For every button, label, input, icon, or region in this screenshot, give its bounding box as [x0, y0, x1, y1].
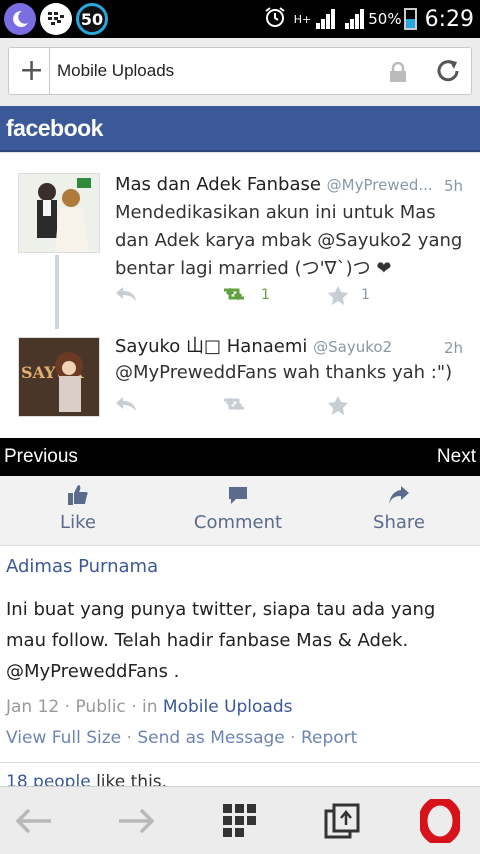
tweet-author-name: Sayuko 山□ Hanaemi — [115, 336, 308, 357]
address-field[interactable]: + Mobile Uploads — [8, 47, 472, 95]
link-separator: · — [126, 728, 138, 748]
alarm-icon — [264, 6, 286, 33]
avatar: SAYUK — [18, 337, 100, 417]
meta-separator: · — [131, 697, 142, 717]
new-tab-plus-icon[interactable]: + — [19, 54, 44, 88]
comment-label: Comment — [193, 512, 283, 533]
tweet-body-line: @MyPreweddFans wah thanks yah :") — [115, 362, 453, 383]
post-privacy: Public — [75, 697, 126, 717]
tweet-body-line: Mendedikasikan akun ini untuk Mas — [115, 202, 436, 223]
view-full-size-link[interactable]: View Full Size — [6, 728, 121, 748]
signal-strength-icon — [316, 9, 336, 29]
refresh-icon[interactable] — [433, 56, 463, 86]
tweet-header: Mas dan Adek Fanbase @MyPrewed... — [115, 171, 433, 199]
comment-button[interactable]: Comment — [178, 484, 298, 533]
battery-percent: 50% — [368, 10, 402, 28]
tweet-actions: 1 1 — [115, 285, 375, 309]
tweet-author-name: Mas dan Adek Fanbase — [115, 174, 321, 195]
next-link[interactable]: Next — [437, 446, 476, 468]
post-caption: Ini buat yang punya twitter, siapa tau a… — [6, 599, 436, 682]
browser-bottom-bar — [0, 786, 480, 854]
tabs-icon[interactable] — [320, 799, 364, 843]
photo-pager: Previous Next — [0, 438, 480, 476]
like-label: Like — [60, 512, 96, 533]
share-button[interactable]: Share — [339, 484, 459, 533]
moon-notification-icon — [4, 3, 36, 35]
send-as-message-link[interactable]: Send as Message — [137, 728, 284, 748]
lock-icon — [389, 61, 407, 82]
thread-connector — [55, 255, 59, 329]
tweet-body-line: bentar lagi married (つ'∇`)つ ❤ — [115, 258, 392, 279]
favorite-star-icon[interactable] — [327, 285, 349, 309]
like-button[interactable]: Like — [18, 484, 138, 533]
tweet-screenshot[interactable]: Mas dan Adek Fanbase @MyPrewed... 5h Men… — [0, 152, 480, 438]
address-divider — [49, 48, 50, 94]
post-author-link[interactable]: Adimas Purnama — [6, 556, 158, 577]
facebook-logo[interactable]: facebook — [6, 115, 103, 142]
clock: 6:29 — [424, 6, 474, 32]
tweet-time: 5h — [444, 177, 464, 195]
share-arrow-icon — [339, 484, 459, 508]
back-arrow-icon[interactable] — [12, 799, 56, 843]
tweet-body-line: dan Adek karya mbak @Sayuko2 yang — [115, 230, 463, 251]
status-bar: 50 H+ 50% 6:29 — [0, 0, 480, 38]
link-separator: · — [290, 728, 301, 748]
tweet-time: 2h — [444, 339, 464, 357]
share-label: Share — [373, 512, 425, 533]
previous-link[interactable]: Previous — [4, 446, 78, 468]
divider — [0, 762, 480, 763]
retweet-count: 1 — [261, 287, 270, 303]
retweet-icon[interactable] — [221, 395, 247, 417]
opera-menu-icon[interactable] — [418, 799, 462, 843]
post-in-label: in — [142, 697, 158, 717]
tweet-author-handle: @Sayuko2 — [313, 338, 393, 356]
reply-icon[interactable] — [115, 395, 137, 417]
post-date: Jan 12 — [6, 697, 60, 717]
retweet-icon[interactable] — [221, 285, 247, 307]
album-link[interactable]: Mobile Uploads — [163, 697, 293, 717]
report-link[interactable]: Report — [301, 728, 357, 748]
post-actions-bar: Like Comment Share — [0, 476, 480, 546]
comment-bubble-icon — [178, 484, 298, 508]
post-links: View Full Size · Send as Message · Repor… — [6, 728, 357, 748]
facebook-header: facebook — [0, 106, 480, 152]
avatar — [18, 173, 100, 253]
tweet-actions — [115, 395, 375, 419]
thumbs-up-icon — [18, 484, 138, 508]
forward-arrow-icon[interactable] — [114, 799, 158, 843]
post-meta: Jan 12 · Public · in Mobile Uploads — [6, 697, 293, 717]
browser-address-bar: + Mobile Uploads — [0, 38, 480, 106]
signal-strength-icon-2 — [345, 9, 365, 29]
speed-dial-grid-icon[interactable] — [218, 799, 262, 843]
meta-separator: · — [64, 697, 76, 717]
network-type-label: H+ — [293, 12, 312, 26]
notification-count-badge: 50 — [76, 3, 108, 35]
favorite-star-icon[interactable] — [327, 395, 349, 419]
reply-icon[interactable] — [115, 285, 137, 307]
tweet-header: Sayuko 山□ Hanaemi @Sayuko2 — [115, 333, 392, 361]
favorite-count: 1 — [361, 287, 370, 303]
tweet-author-handle: @MyPrewed... — [326, 176, 433, 194]
battery-icon — [403, 8, 417, 30]
address-text[interactable]: Mobile Uploads — [57, 61, 174, 81]
bbm-notification-icon — [40, 3, 72, 35]
